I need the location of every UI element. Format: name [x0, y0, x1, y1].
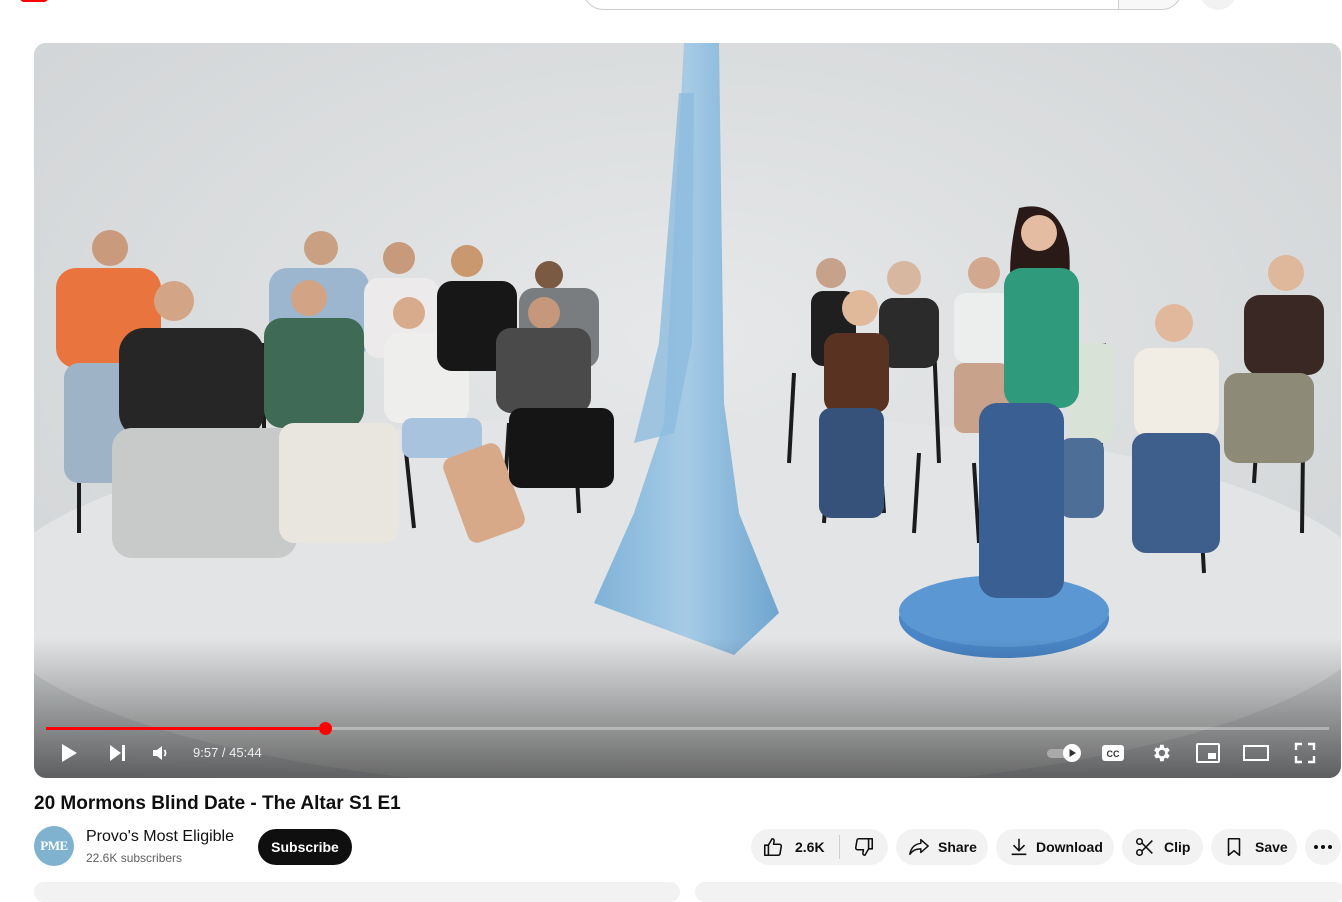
captions-button[interactable]: CC: [1099, 740, 1127, 766]
download-icon: [1011, 838, 1027, 856]
like-icon: [763, 837, 783, 857]
video-player[interactable]: 9:57 / 45:44 CC: [34, 43, 1341, 778]
like-button[interactable]: 2.6K: [751, 836, 839, 858]
avatar-text: PME: [40, 838, 68, 853]
captions-icon: CC: [1102, 745, 1124, 761]
clip-label: Clip: [1164, 839, 1191, 855]
miniplayer-button[interactable]: [1194, 740, 1222, 766]
volume-icon: [153, 746, 167, 760]
autoplay-toggle[interactable]: [1044, 740, 1084, 766]
voice-search-button[interactable]: [1200, 0, 1236, 10]
subscriber-count: 22.6K subscribers: [86, 851, 183, 865]
next-icon: [110, 745, 125, 761]
like-count: 2.6K: [795, 839, 825, 855]
side-panel-card[interactable]: [695, 882, 1342, 902]
settings-icon: [1154, 744, 1170, 762]
more-icon: [1314, 845, 1332, 849]
time-separator: /: [218, 745, 230, 760]
dislike-icon: [854, 837, 873, 857]
download-label: Download: [1036, 839, 1103, 855]
fullscreen-button[interactable]: [1292, 740, 1318, 766]
play-icon: [62, 744, 77, 762]
video-title: 20 Mormons Blind Date - The Altar S1 E1: [34, 793, 401, 814]
settings-button[interactable]: [1148, 740, 1174, 766]
clip-icon: [1135, 837, 1153, 857]
save-icon: [1227, 837, 1241, 857]
time-current: 9:57: [193, 745, 219, 760]
download-button[interactable]: Download: [996, 829, 1114, 865]
channel-avatar[interactable]: PME: [34, 826, 74, 866]
autoplay-toggle-icon: [1047, 744, 1081, 762]
share-label: Share: [938, 839, 977, 855]
search-button[interactable]: [1118, 0, 1182, 10]
theater-button[interactable]: [1242, 740, 1270, 766]
share-button[interactable]: Share: [896, 829, 988, 865]
channel-name[interactable]: Provo's Most Eligible: [86, 828, 234, 846]
progress-bar[interactable]: [46, 722, 1329, 735]
clip-button[interactable]: Clip: [1122, 829, 1203, 865]
time-display: 9:57 / 45:44: [193, 745, 262, 760]
more-actions-button[interactable]: [1305, 829, 1341, 865]
svg-text:CC: CC: [1107, 749, 1120, 759]
play-button[interactable]: [56, 740, 82, 766]
theater-icon: [1243, 745, 1269, 761]
volume-button[interactable]: [148, 740, 174, 766]
time-total: 45:44: [229, 745, 262, 760]
progress-played: [46, 727, 326, 730]
miniplayer-icon: [1196, 743, 1220, 763]
share-icon: [909, 838, 929, 856]
like-dislike-group: 2.6K: [751, 829, 888, 865]
description-box[interactable]: [34, 882, 680, 902]
dislike-button[interactable]: [839, 836, 888, 858]
next-button[interactable]: [104, 740, 130, 766]
search-input[interactable]: [583, 0, 1123, 10]
subscribe-button[interactable]: Subscribe: [258, 829, 352, 865]
save-button[interactable]: Save: [1211, 829, 1297, 865]
save-label: Save: [1255, 839, 1288, 855]
youtube-logo-icon[interactable]: [20, 0, 48, 2]
fullscreen-icon: [1294, 742, 1316, 764]
